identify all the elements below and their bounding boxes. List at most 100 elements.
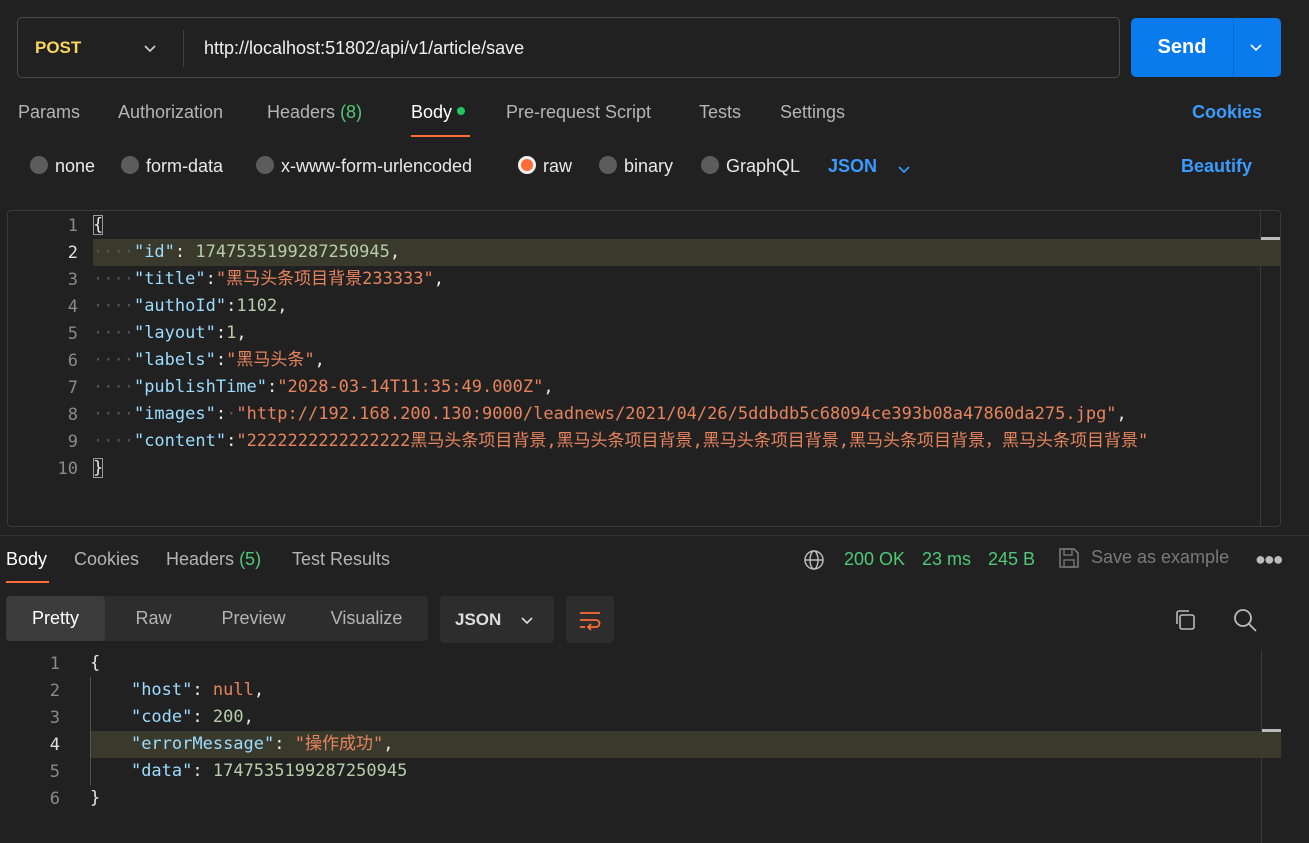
- view-mode-segmented: Pretty Raw Preview Visualize: [6, 596, 428, 641]
- line-number: 7: [67, 378, 78, 398]
- response-time[interactable]: 23 ms: [922, 549, 971, 570]
- line-number: 4: [67, 297, 78, 317]
- radio-binary-label: binary: [624, 156, 674, 176]
- active-tab-indicator: [411, 135, 470, 137]
- line-number: 6: [67, 351, 78, 371]
- request-body-editor[interactable]: 1 2 3 4 5 6 7 8 9 10 { ····"id": 1747535…: [7, 210, 1281, 527]
- radio-raw-label: raw: [543, 156, 573, 176]
- code-line: "errorMessage": "操作成功",: [130, 734, 394, 754]
- divider: [1233, 18, 1234, 77]
- radio-graphql[interactable]: GraphQL: [701, 156, 800, 180]
- code-line: ····"images":·"http://192.168.200.130:90…: [93, 404, 1127, 424]
- divider: [183, 30, 184, 67]
- radio-raw[interactable]: raw: [518, 156, 572, 180]
- line-number: 5: [67, 324, 78, 344]
- radio-none[interactable]: none: [30, 156, 95, 180]
- chevron-down-icon[interactable]: [1248, 39, 1264, 55]
- scrollbar[interactable]: [1261, 650, 1262, 843]
- cookies-link[interactable]: Cookies: [1192, 102, 1262, 123]
- tab-settings[interactable]: Settings: [780, 102, 845, 123]
- code-line: "data": 1747535199287250945: [130, 761, 408, 781]
- line-number: 3: [49, 708, 60, 728]
- line-number: 9: [67, 432, 78, 452]
- response-format-select[interactable]: JSON: [440, 596, 554, 643]
- line-number: 6: [49, 789, 60, 809]
- wrap-lines-button[interactable]: [566, 596, 614, 643]
- chevron-down-icon: [521, 617, 533, 625]
- url-bar: POST http://localhost:51802/api/v1/artic…: [17, 17, 1120, 78]
- line-number: 2: [67, 243, 78, 263]
- radio-none-label: none: [55, 156, 96, 176]
- active-tab-indicator: [6, 581, 49, 583]
- response-tab-headers[interactable]: Headers (5): [166, 549, 261, 570]
- radio-form-data[interactable]: form-data: [121, 156, 223, 180]
- radio-binary[interactable]: binary: [599, 156, 673, 180]
- code-line: {: [93, 215, 104, 235]
- response-body-viewer[interactable]: 1 2 3 4 5 6 { "host": null, "code": 200,…: [0, 650, 1309, 843]
- response-tab-cookies[interactable]: Cookies: [74, 549, 139, 570]
- beautify-button[interactable]: Beautify: [1181, 156, 1252, 177]
- globe-icon[interactable]: [803, 549, 825, 571]
- tab-params[interactable]: Params: [18, 102, 80, 123]
- line-number: 2: [49, 681, 60, 701]
- radio-icon: [701, 156, 719, 175]
- code-line: ····"content":"2222222222222222黑马头条项目背景,…: [93, 431, 1149, 451]
- search-icon[interactable]: [1232, 607, 1258, 633]
- method-select[interactable]: POST: [35, 38, 81, 58]
- response-tab-headers-label: Headers: [166, 549, 235, 569]
- status-code[interactable]: 200 OK: [844, 549, 905, 570]
- scrollbar[interactable]: [1260, 211, 1261, 526]
- url-input[interactable]: http://localhost:51802/api/v1/article/sa…: [204, 38, 524, 59]
- line-number: 8: [67, 405, 78, 425]
- code-line: ····"title":"黑马头条项目背景233333",: [93, 269, 444, 289]
- code-line: ····"id": 1747535199287250945,: [93, 242, 401, 262]
- code-line: "host": null,: [130, 680, 265, 700]
- view-pretty[interactable]: Pretty: [6, 596, 105, 641]
- radio-form-data-label: form-data: [146, 156, 224, 176]
- radio-graphql-label: GraphQL: [726, 156, 801, 176]
- line-number: 10: [57, 459, 78, 479]
- line-number: 3: [67, 270, 78, 290]
- chevron-down-icon[interactable]: [142, 40, 158, 56]
- tab-authorization[interactable]: Authorization: [118, 102, 223, 123]
- divider: [0, 535, 1309, 536]
- view-visualize[interactable]: Visualize: [305, 596, 428, 641]
- view-raw[interactable]: Raw: [105, 596, 202, 641]
- tab-headers-count: (8): [340, 102, 363, 122]
- radio-urlencoded[interactable]: x-www-form-urlencoded: [256, 156, 472, 180]
- code-line: ····"publishTime":"2028-03-14T11:35:49.0…: [93, 377, 554, 397]
- send-button[interactable]: Send: [1131, 18, 1281, 77]
- save-icon: [1059, 548, 1079, 568]
- tab-prerequest-script[interactable]: Pre-request Script: [506, 102, 651, 123]
- language-select[interactable]: JSON: [828, 156, 877, 177]
- more-options-icon[interactable]: ●●●: [1255, 549, 1284, 570]
- radio-icon: [121, 156, 139, 175]
- response-tab-headers-count: (5): [239, 549, 262, 569]
- view-preview[interactable]: Preview: [202, 596, 305, 641]
- response-tab-body[interactable]: Body: [6, 549, 47, 570]
- code-line: "code": 200,: [130, 707, 254, 727]
- radio-urlencoded-label: x-www-form-urlencoded: [281, 156, 473, 176]
- response-size[interactable]: 245 B: [988, 549, 1035, 570]
- radio-selected-icon: [518, 156, 536, 175]
- tab-headers[interactable]: Headers (8): [267, 102, 362, 123]
- response-tab-test-results[interactable]: Test Results: [292, 549, 390, 570]
- line-number: 1: [49, 654, 60, 674]
- line-number: 1: [67, 216, 78, 236]
- wrap-lines-icon: [580, 612, 601, 631]
- copy-icon[interactable]: [1173, 608, 1197, 632]
- line-number: 5: [49, 762, 60, 782]
- code-line: ····"layout":1,: [93, 323, 247, 343]
- scrollbar-thumb[interactable]: [1262, 729, 1281, 732]
- response-format-label: JSON: [455, 610, 502, 629]
- chevron-down-icon[interactable]: [896, 161, 912, 177]
- send-button-label[interactable]: Send: [1131, 18, 1233, 77]
- radio-icon: [256, 156, 274, 175]
- save-as-example-button[interactable]: Save as example: [1091, 547, 1229, 568]
- scrollbar-thumb[interactable]: [1261, 237, 1280, 240]
- code-line: {: [90, 653, 101, 673]
- tab-tests[interactable]: Tests: [699, 102, 741, 123]
- code-line: ····"authoId":1102,: [93, 296, 288, 316]
- tab-body[interactable]: Body: [411, 102, 466, 123]
- tab-body-label: Body: [411, 102, 453, 122]
